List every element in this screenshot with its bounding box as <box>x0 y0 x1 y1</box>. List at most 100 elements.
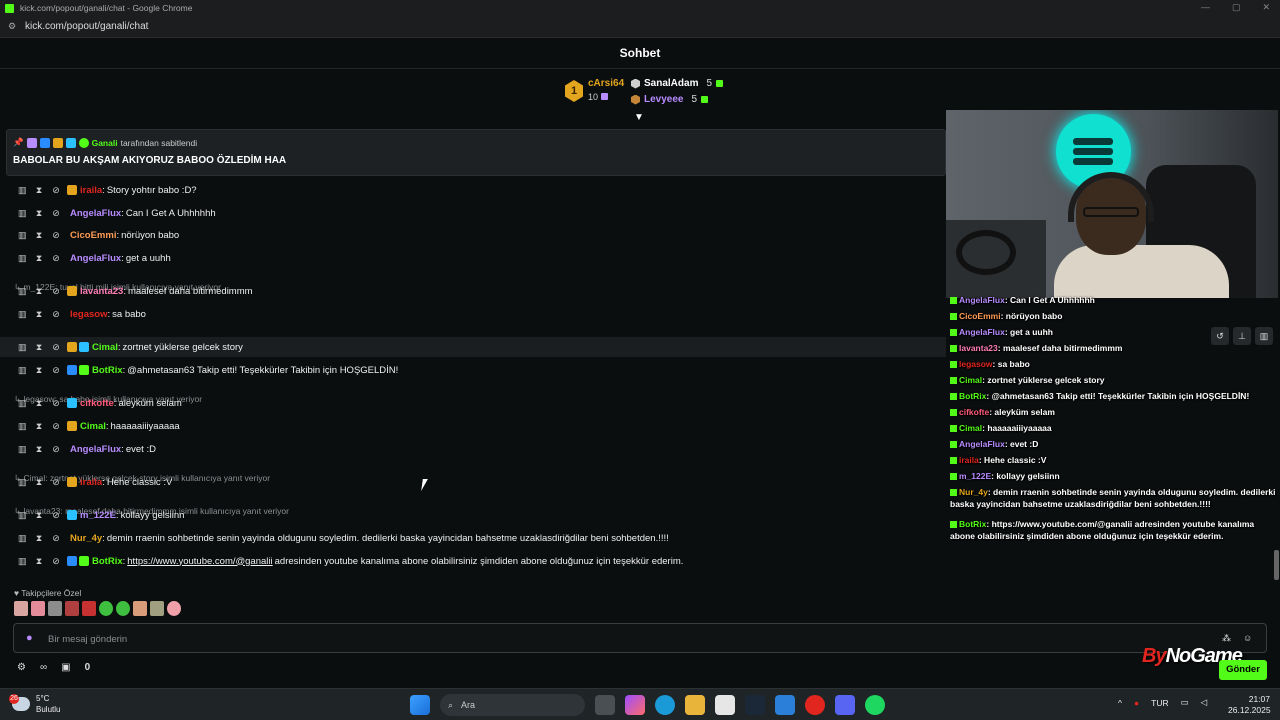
windows-start-icon[interactable] <box>410 695 430 715</box>
scrollbar[interactable] <box>1273 70 1280 590</box>
mic-tray-icon[interactable]: ● <box>1134 698 1139 708</box>
leader-name[interactable]: cArsi64 <box>588 78 624 89</box>
timeout-icon[interactable]: ⧗ <box>35 286 43 297</box>
leaderboard-entry[interactable]: Levyeee 5 <box>631 94 709 105</box>
weather-widget[interactable]: 26 5°C Bulutlu <box>9 693 60 715</box>
chat-message[interactable]: ▥ ⧗ ⊘ Cimal: haaaaaiiiyaaaaa <box>0 416 946 436</box>
delete-icon[interactable]: ▥ <box>18 477 27 488</box>
username[interactable]: legasow <box>70 309 108 320</box>
delete-icon[interactable]: ▥ <box>18 185 27 196</box>
chat-message[interactable]: ▥ ⧗ ⊘ AngelaFlux: get a uuhh <box>0 248 946 268</box>
spotify-icon[interactable] <box>865 695 885 715</box>
emote-icon[interactable] <box>167 601 181 616</box>
timeout-icon[interactable]: ⧗ <box>35 556 43 567</box>
delete-icon[interactable]: ▥ <box>18 208 27 219</box>
message-link[interactable]: https://www.youtube.com/@ganalii <box>127 556 272 567</box>
delete-icon[interactable]: ▥ <box>18 253 27 264</box>
copilot-icon[interactable] <box>625 695 645 715</box>
chat-message[interactable]: ▥ ⧗ ⊘ iraila: Story yohtır babo :D? <box>0 180 946 200</box>
username[interactable]: AngelaFlux <box>70 444 121 455</box>
infinity-icon[interactable]: ∞ <box>40 662 47 673</box>
steam-icon[interactable] <box>745 695 765 715</box>
username[interactable]: AngelaFlux <box>70 208 121 219</box>
pinned-by-user[interactable]: Ganali <box>92 138 118 148</box>
chat-message[interactable]: ▥ ⧗ ⊘ cifkofte: aleyküm selam <box>0 393 946 413</box>
taskbar-search[interactable]: ⌕ Ara <box>440 694 585 716</box>
settings-icon[interactable]: ⚙ <box>17 662 26 673</box>
username[interactable]: iraila <box>80 477 102 488</box>
clock[interactable]: 21:07 26.12.2025 <box>1228 694 1271 716</box>
delete-icon[interactable]: ▥ <box>1255 327 1273 345</box>
chat-message[interactable]: ▥ ⧗ ⊘ BotRix: @ahmetasan63 Takip etti! Teşek… <box>0 360 946 380</box>
username[interactable]: lavanta23 <box>80 286 123 297</box>
message-input[interactable] <box>48 630 1198 648</box>
minimize-icon[interactable]: — <box>1201 2 1210 13</box>
username[interactable]: CicoEmmi <box>70 230 116 241</box>
volume-icon[interactable]: ◁ <box>1201 697 1208 708</box>
username[interactable]: BotRix <box>92 365 123 376</box>
ban-icon[interactable]: ⊘ <box>52 444 60 455</box>
language-indicator[interactable]: TUR <box>1151 698 1168 708</box>
chat-message[interactable]: ▥ ⧗ ⊘ iraila: Hehe classic :V <box>0 472 946 492</box>
delete-icon[interactable]: ▥ <box>18 309 27 320</box>
delete-icon[interactable]: ▥ <box>18 444 27 455</box>
username[interactable]: Nur_4y <box>70 533 102 544</box>
timeout-icon[interactable]: ⧗ <box>35 510 43 521</box>
delete-icon[interactable]: ▥ <box>18 286 27 297</box>
tray-overflow-icon[interactable]: ^ <box>1118 698 1122 708</box>
send-button[interactable]: Gönder <box>1219 660 1267 680</box>
delete-icon[interactable]: ▥ <box>18 421 27 432</box>
ban-icon[interactable]: ⊘ <box>52 365 60 376</box>
maximize-icon[interactable]: ▢ <box>1232 2 1241 13</box>
delete-icon[interactable]: ▥ <box>18 398 27 409</box>
chat-message[interactable]: ▥ ⧗ ⊘ CicoEmmi: nörüyon babo <box>0 225 946 245</box>
file-explorer-icon[interactable] <box>685 695 705 715</box>
emote-icon[interactable] <box>48 601 62 616</box>
ban-icon[interactable]: ⊘ <box>52 208 60 219</box>
translate-icon[interactable]: ⁂ <box>1222 633 1231 644</box>
chat-message[interactable]: ▥ ⧗ ⊘ Nur_4y: demin rraenin sohbetinde senin… <box>0 528 946 548</box>
timeout-icon[interactable]: ⧗ <box>35 365 43 376</box>
site-settings-icon[interactable]: ⚙ <box>8 21 20 32</box>
timeout-icon[interactable]: ⧗ <box>35 309 43 320</box>
delete-icon[interactable]: ▥ <box>18 365 27 376</box>
address-bar[interactable]: ⚙ kick.com/popout/ganali/chat <box>0 16 1280 38</box>
url-text[interactable]: kick.com/popout/ganali/chat <box>25 21 148 32</box>
username[interactable]: Cimal <box>80 421 106 432</box>
ban-icon[interactable]: ⊘ <box>52 230 60 241</box>
message-input-box[interactable]: ● <box>13 623 1267 653</box>
timeout-icon[interactable]: ⧗ <box>35 421 43 432</box>
username[interactable]: Cimal <box>92 342 118 353</box>
timeout-icon[interactable]: ⧗ <box>35 230 43 241</box>
timeout-icon[interactable]: ⧗ <box>35 185 43 196</box>
chat-message[interactable]: ▥ ⧗ ⊘ m_122E: kollayy gelsiinn <box>0 505 946 525</box>
ban-icon[interactable]: ⊘ <box>52 253 60 264</box>
username[interactable]: BotRix <box>92 556 123 567</box>
store-icon[interactable] <box>715 695 735 715</box>
emote-icon[interactable] <box>99 601 113 616</box>
username[interactable]: m_122E <box>80 510 116 521</box>
emoji-icon[interactable]: ☺ <box>1243 633 1252 644</box>
chat-message[interactable]: ▥ ⧗ ⊘ AngelaFlux: evet :D <box>0 439 946 459</box>
task-view-icon[interactable] <box>595 695 615 715</box>
ban-icon[interactable]: ⊘ <box>52 185 60 196</box>
ban-icon[interactable]: ⊘ <box>52 421 60 432</box>
emote-icon[interactable] <box>14 601 28 616</box>
emote-icon[interactable] <box>116 601 130 616</box>
mic-icon[interactable]: ● <box>26 632 33 644</box>
delete-icon[interactable]: ▥ <box>18 230 27 241</box>
edge-icon[interactable] <box>655 695 675 715</box>
username[interactable]: AngelaFlux <box>70 253 121 264</box>
timeout-icon[interactable]: ⧗ <box>35 444 43 455</box>
timeout-icon[interactable]: ⧗ <box>35 533 43 544</box>
network-icon[interactable]: ▭ <box>1181 697 1189 708</box>
delete-icon[interactable]: ▥ <box>18 556 27 567</box>
pinned-message[interactable]: 📌 Ganali tarafından sabitlendi BABOLAR B… <box>6 129 946 176</box>
timeout-icon[interactable]: ⧗ <box>35 208 43 219</box>
gift-icon[interactable]: ▣ <box>61 662 70 673</box>
timeout-icon[interactable]: ⧗ <box>35 342 43 353</box>
expand-leaderboard-icon[interactable]: ▼ <box>634 112 644 123</box>
ban-icon[interactable]: ⊘ <box>52 556 60 567</box>
chrome-icon[interactable] <box>805 695 825 715</box>
leaderboard-entry[interactable]: SanalAdam 5 <box>631 78 724 89</box>
